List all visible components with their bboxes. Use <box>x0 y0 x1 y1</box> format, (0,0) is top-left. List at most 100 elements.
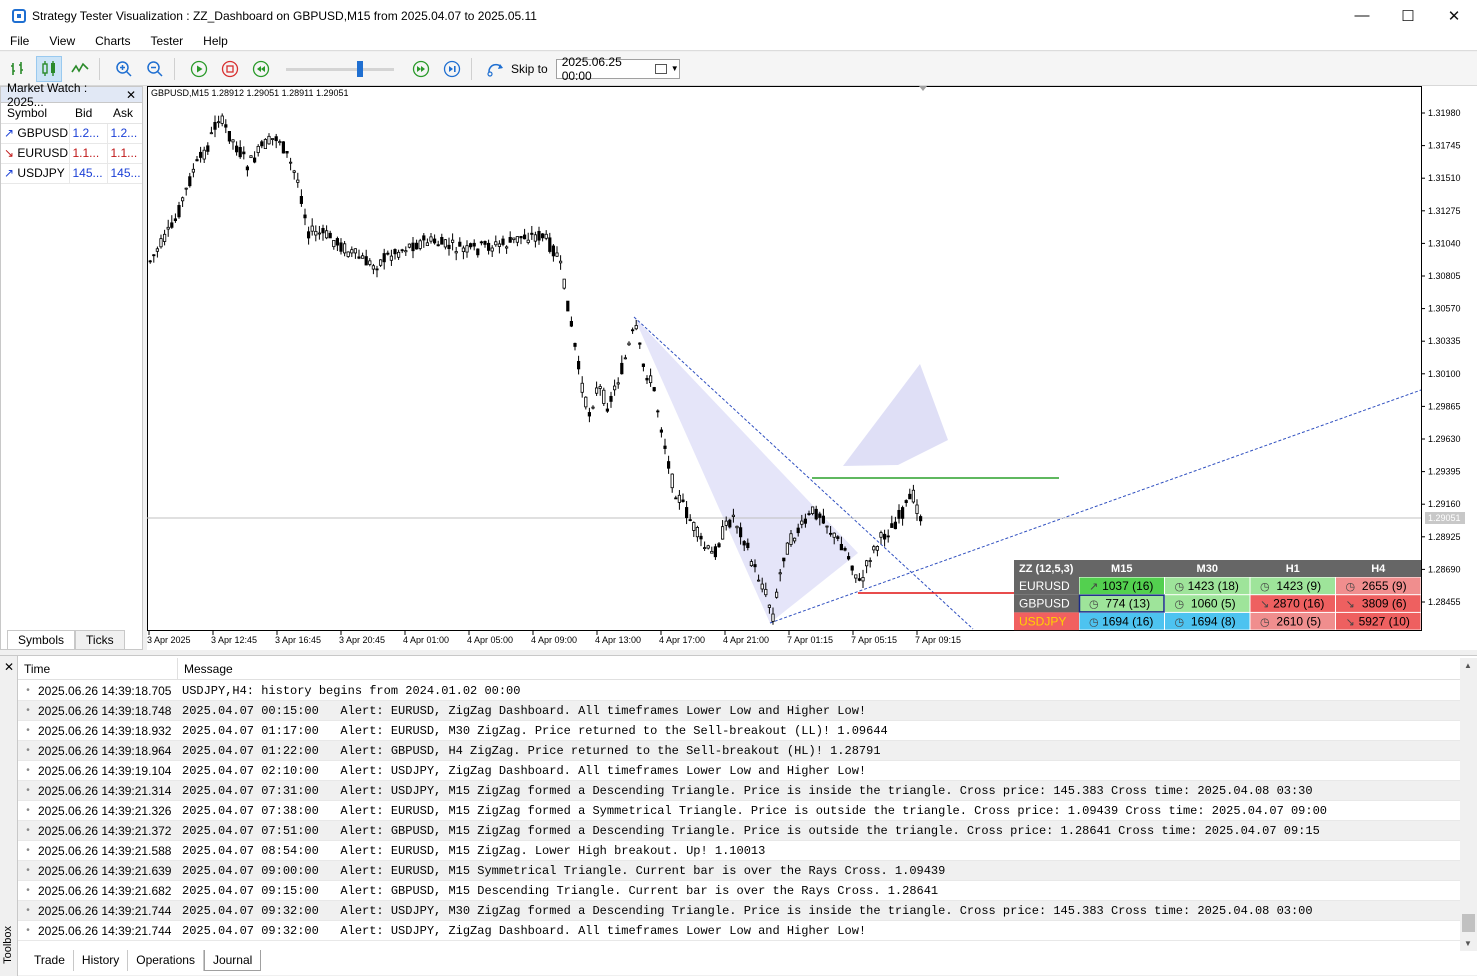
tab-operations[interactable]: Operations <box>128 950 204 971</box>
candle-body <box>760 583 764 590</box>
menu-view[interactable]: View <box>39 34 85 48</box>
journal-row[interactable]: • 2025.06.26 14:39:21.744 2025.04.07 09:32… <box>18 921 1460 941</box>
rewind-icon[interactable] <box>248 56 274 82</box>
candle-body <box>847 556 851 560</box>
journal-row[interactable]: • 2025.06.26 14:39:21.314 2025.04.07 07:31… <box>18 781 1460 801</box>
candle-body <box>580 382 584 393</box>
close-button[interactable]: ✕ <box>1431 0 1477 31</box>
slider-thumb[interactable] <box>357 60 363 77</box>
menu-file[interactable]: File <box>0 34 39 48</box>
bar-chart-icon[interactable] <box>5 56 31 82</box>
column-header-time[interactable]: Time <box>18 658 178 679</box>
candle-body <box>299 196 303 204</box>
skip-to-label: Skip to <box>511 61 548 76</box>
dashboard-column-label: M30 <box>1197 563 1218 575</box>
table-row[interactable]: ↘ EURUSD 1.1... 1.1... <box>1 143 142 164</box>
table-row[interactable]: ↗ GBPUSD 1.2... 1.2... <box>1 123 142 144</box>
journal-row[interactable]: • 2025.06.26 14:39:21.372 2025.04.07 07:51… <box>18 821 1460 841</box>
candle-body <box>332 240 336 248</box>
candle-body <box>199 151 203 158</box>
market-watch-panel: Market Watch : 2025... ✕ Symbol Bid Ask … <box>0 81 143 650</box>
tab-journal[interactable]: Journal <box>203 950 262 971</box>
candle-body <box>360 255 365 259</box>
toolbox-panel: ✕ Toolbox Time Message • 2025.06.26 14:39… <box>0 655 1477 976</box>
candle-body <box>202 149 206 160</box>
toolbar-separator <box>174 57 175 80</box>
play-icon[interactable] <box>186 56 212 82</box>
journal-row[interactable]: • 2025.06.26 14:39:21.682 2025.04.07 09:15… <box>18 881 1460 901</box>
close-icon[interactable]: ✕ <box>4 660 14 674</box>
clock-icon: ◷ <box>1175 580 1185 593</box>
candle-body <box>645 377 649 381</box>
journal-row[interactable]: • 2025.06.26 14:39:21.744 2025.04.07 09:32… <box>18 901 1460 921</box>
journal-list: • 2025.06.26 14:39:18.705 USDJPY,H4: histo… <box>18 681 1460 941</box>
table-row[interactable]: ↗ USDJPY 145... 145... <box>1 163 142 184</box>
candle-body <box>612 385 617 391</box>
dashboard-cell-value: 5927 (10) <box>1359 614 1410 628</box>
tab-ticks[interactable]: Ticks <box>75 630 125 649</box>
candle-body <box>335 238 339 246</box>
candle-body <box>605 408 610 412</box>
journal-row[interactable]: • 2025.06.26 14:39:18.964 2025.04.07 01:22… <box>18 741 1460 761</box>
candle-body <box>659 429 664 433</box>
journal-row[interactable]: • 2025.06.26 14:39:21.639 2025.04.07 09:00… <box>18 861 1460 881</box>
journal-row[interactable]: • 2025.06.26 14:39:21.326 2025.04.07 07:38… <box>18 801 1460 821</box>
scrollbar-thumb[interactable] <box>1462 914 1475 932</box>
dashboard-cell-value: 1037 (16) <box>1102 579 1153 593</box>
bid-cell: 1.1... <box>68 143 107 164</box>
journal-row[interactable]: • 2025.06.26 14:39:19.104 2025.04.07 02:10… <box>18 761 1460 781</box>
fast-forward-icon[interactable] <box>408 56 434 82</box>
speed-slider[interactable] <box>286 56 394 82</box>
column-header-message[interactable]: Message <box>178 658 233 679</box>
chevron-down-icon[interactable]: ▼ <box>1464 939 1472 948</box>
candle-body <box>371 265 375 270</box>
dashboard-cell-value: 1060 (5) <box>1191 597 1236 611</box>
calendar-icon[interactable] <box>655 63 667 74</box>
stop-icon[interactable] <box>217 56 243 82</box>
journal-time: 2025.06.26 14:39:21.372 <box>38 823 172 838</box>
journal-row[interactable]: • 2025.06.26 14:39:21.588 2025.04.07 08:54… <box>18 841 1460 861</box>
menu-tester[interactable]: Tester <box>140 34 193 48</box>
journal-message: 2025.04.07 07:38:00 Alert: EURUSD, M15 Z… <box>182 803 1327 818</box>
skip-date-input[interactable]: 2025.06.25 00:00 ▼ <box>555 55 680 83</box>
chart-canvas[interactable]: GBPUSD,M15 1.28912 1.29051 1.28911 1.290… <box>147 86 1477 650</box>
log-bullet-icon: • <box>26 925 30 936</box>
menu-charts[interactable]: Charts <box>85 34 140 48</box>
zoom-in-icon[interactable] <box>111 56 137 82</box>
price-chart[interactable]: GBPUSD,M15 1.28912 1.29051 1.28911 1.290… <box>147 86 1477 650</box>
time-tick-label: 4 Apr 21:00 <box>723 635 769 645</box>
slider-track <box>286 67 394 71</box>
maximize-button[interactable]: ☐ <box>1385 0 1431 31</box>
candle-body <box>865 560 869 567</box>
candle-body <box>396 251 401 258</box>
line-chart-icon[interactable] <box>67 56 93 82</box>
journal-row[interactable]: • 2025.06.26 14:39:18.705 USDJPY,H4: histo… <box>18 681 1460 701</box>
zoom-out-icon[interactable] <box>142 56 168 82</box>
market-watch-tabs: Symbols Ticks <box>7 630 125 649</box>
chevron-down-icon[interactable]: ▼ <box>671 64 679 73</box>
candle-body <box>915 504 919 514</box>
journal-row[interactable]: • 2025.06.26 14:39:18.748 2025.04.07 00:15… <box>18 701 1460 721</box>
time-tick-label: 4 Apr 09:00 <box>531 635 577 645</box>
tab-trade[interactable]: Trade <box>26 950 74 971</box>
candle-body <box>432 238 437 244</box>
candlestick-icon[interactable] <box>36 55 62 82</box>
skip-end-icon[interactable] <box>439 56 465 82</box>
menu-help[interactable]: Help <box>193 34 238 48</box>
tab-history[interactable]: History <box>74 950 129 971</box>
price-tick-label: 1.31040 <box>1428 238 1461 248</box>
tab-symbols[interactable]: Symbols <box>7 630 76 649</box>
journal-message: 2025.04.07 07:51:00 Alert: GBPUSD, M15 Z… <box>182 823 1320 838</box>
scrollbar[interactable]: ▲ ▼ <box>1460 658 1477 951</box>
log-bullet-icon: • <box>26 725 30 736</box>
journal-message: 2025.04.07 07:31:00 Alert: USDJPY, M15 Z… <box>182 783 1313 798</box>
journal-row[interactable]: • 2025.06.26 14:39:18.932 2025.04.07 01:17… <box>18 721 1460 741</box>
candle-body <box>685 507 689 519</box>
skip-to-control[interactable]: Skip to <box>486 60 548 78</box>
column-header-ask[interactable]: Ask <box>107 103 142 124</box>
close-icon[interactable]: ✕ <box>126 88 136 102</box>
candle-body <box>778 572 782 575</box>
candle-body <box>425 242 430 247</box>
minimize-button[interactable]: — <box>1339 0 1385 31</box>
chevron-up-icon[interactable]: ▲ <box>1464 661 1472 670</box>
